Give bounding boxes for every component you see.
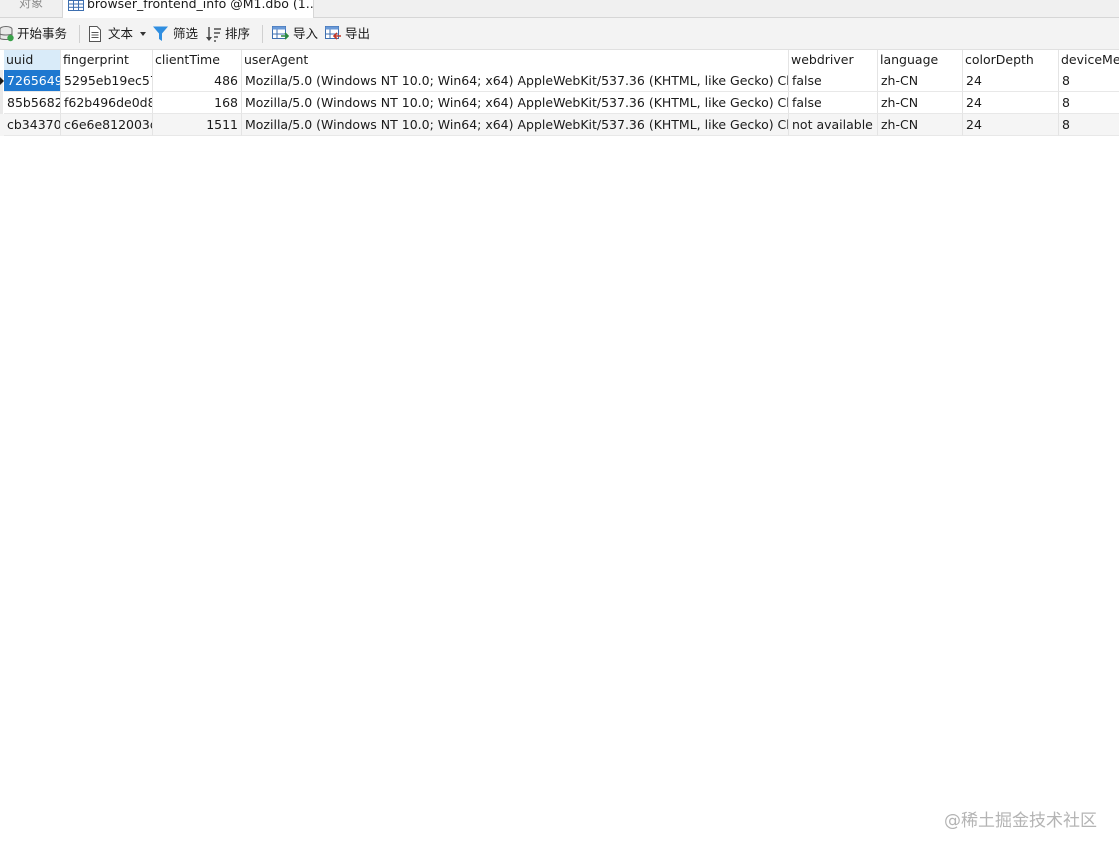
transaction-icon [0,26,14,42]
cell-language[interactable]: zh-CN [878,114,963,136]
tab-objects-label: 对象 [18,0,43,10]
filter-icon [153,26,168,41]
cell-devicememory[interactable]: 8 [1059,114,1119,136]
export-button[interactable]: 导出 [325,24,373,44]
cell-uuid[interactable]: cb34370 [4,114,61,136]
cell-colordepth[interactable]: 24 [963,70,1059,92]
cell-fingerprint[interactable]: 5295eb19ec578 [61,70,153,92]
tab-strip: 对象 browser_frontend_info @M1.dbo (1... [0,0,1119,18]
column-header-devicememory[interactable]: deviceMe [1059,50,1119,70]
cell-webdriver[interactable]: not available [789,114,878,136]
cell-webdriver[interactable]: false [789,92,878,114]
cell-language[interactable]: zh-CN [878,70,963,92]
cell-colordepth[interactable]: 24 [963,114,1059,136]
begin-transaction-label: 开始事务 [17,26,68,41]
filter-label: 筛选 [173,26,199,41]
begin-transaction-button[interactable]: 开始事务 [0,24,70,44]
table-row[interactable]: 7265649 5295eb19ec578 486 Mozilla/5.0 (W… [0,70,1119,92]
import-button[interactable]: 导入 [272,24,320,44]
toolbar: 开始事务 文本 筛选 排序 导入 导出 [0,18,1119,50]
table-row[interactable]: cb34370 c6e6e812003d3 1511 Mozilla/5.0 (… [0,114,1119,136]
tab-objects[interactable]: 对象 [0,0,63,17]
cell-fingerprint[interactable]: f62b496de0d89 [61,92,153,114]
cell-useragent[interactable]: Mozilla/5.0 (Windows NT 10.0; Win64; x64… [242,114,789,136]
cell-fingerprint[interactable]: c6e6e812003d3 [61,114,153,136]
table-icon [68,0,84,13]
cell-useragent[interactable]: Mozilla/5.0 (Windows NT 10.0; Win64; x64… [242,92,789,114]
data-grid: uuid fingerprint clientTime userAgent we… [0,50,1119,852]
cell-clienttime[interactable]: 1511 [153,114,242,136]
cell-language[interactable]: zh-CN [878,92,963,114]
text-button[interactable]: 文本 [88,24,148,44]
toolbar-separator [262,25,263,43]
column-header-useragent[interactable]: userAgent [242,50,789,70]
cell-webdriver[interactable]: false [789,70,878,92]
table-row[interactable]: 85b5682 f62b496de0d89 168 Mozilla/5.0 (W… [0,92,1119,114]
export-icon [325,26,341,40]
toolbar-separator [79,25,80,43]
cell-devicememory[interactable]: 8 [1059,70,1119,92]
tab-table-data[interactable]: browser_frontend_info @M1.dbo (1... [63,0,314,18]
column-header-webdriver[interactable]: webdriver [789,50,878,70]
cell-uuid[interactable]: 85b5682 [4,92,61,114]
cell-uuid[interactable]: 7265649 [4,70,61,92]
sort-button[interactable]: 排序 [206,24,254,44]
sort-icon [206,27,221,42]
cell-colordepth[interactable]: 24 [963,92,1059,114]
cell-clienttime[interactable]: 486 [153,70,242,92]
column-header-uuid[interactable]: uuid [4,50,61,70]
column-header-fingerprint[interactable]: fingerprint [61,50,153,70]
document-icon [89,26,101,42]
column-header-clienttime[interactable]: clientTime [153,50,242,70]
watermark: @稀土掘金技术社区 [944,811,1097,831]
cell-devicememory[interactable]: 8 [1059,92,1119,114]
import-label: 导入 [293,26,319,41]
export-label: 导出 [345,26,371,41]
sort-label: 排序 [225,26,251,41]
column-header-colordepth[interactable]: colorDepth [963,50,1059,70]
column-header-language[interactable]: language [878,50,963,70]
tab-table-label: browser_frontend_info @M1.dbo (1... [87,0,314,11]
filter-button[interactable]: 筛选 [153,24,201,44]
import-icon [272,26,289,40]
chevron-down-icon[interactable] [140,32,146,36]
cell-clienttime[interactable]: 168 [153,92,242,114]
text-label: 文本 [108,26,134,41]
cell-useragent[interactable]: Mozilla/5.0 (Windows NT 10.0; Win64; x64… [242,70,789,92]
